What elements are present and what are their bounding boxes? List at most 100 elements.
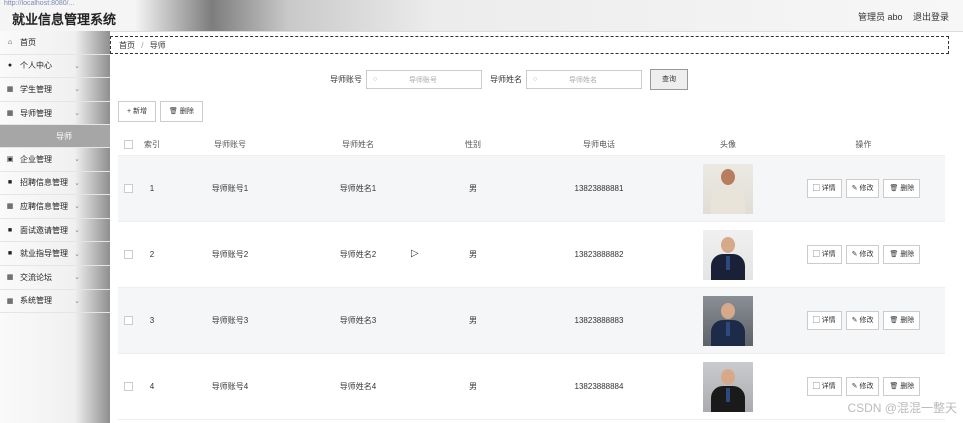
delete-label: 删除 <box>900 383 915 390</box>
chevron-down-icon: ⌄ <box>74 274 80 282</box>
search-button[interactable]: 查询 <box>650 69 688 90</box>
breadcrumb-current: 导师 <box>149 41 166 50</box>
cell-actions: ▢ 详情 ✎ 修改 🗑 删除 <box>782 311 945 330</box>
breadcrumb-home[interactable]: 首页 <box>119 41 135 50</box>
search-bar: 导师账号 ○ 导师账号 导师姓名 ○ 导师姓名 查询 <box>330 69 688 90</box>
chevron-down-icon: ⌄ <box>74 62 80 70</box>
name-search-label: 导师姓名 <box>490 75 522 84</box>
sidebar-item-5[interactable]: ▣ 企业管理 ⌄ <box>0 148 110 172</box>
row-checkbox[interactable] <box>123 316 133 325</box>
col-actions: 操作 <box>855 139 872 149</box>
sidebar-item-0[interactable]: ⌂ 首页 <box>0 31 110 55</box>
col-gender: 性别 <box>465 139 481 149</box>
detail-icon: ▢ <box>812 383 822 390</box>
cell-phone: 13823888882 <box>574 250 624 259</box>
sidebar-item-4[interactable]: 导师 <box>0 125 110 148</box>
delete-button[interactable]: 🗑 删除 <box>883 311 921 330</box>
browser-caption: http://localhost:8080/... <box>4 0 75 7</box>
detail-button[interactable]: ▢ 详情 <box>806 245 842 264</box>
batch-delete-button[interactable]: 🗑 删除 <box>160 101 203 122</box>
cell-avatar <box>674 361 782 412</box>
table-row: 2 导师账号2 导师姓名2 男 13823888882 ▢ 详情 ✎ 修改 🗑 删除 <box>118 222 945 288</box>
grid-icon: ▦ <box>6 203 14 211</box>
row-checkbox-cell[interactable] <box>118 316 138 325</box>
trash-icon: 🗑 <box>169 108 180 115</box>
sidebar-item-label: 企业管理 <box>20 154 52 164</box>
edit-button[interactable]: ✎ 修改 <box>845 245 880 264</box>
cell-phone: 13823888883 <box>574 316 624 325</box>
table-header: 索引 导师账号 导师姓名 性别 导师电话 头像 操作 <box>118 133 945 156</box>
select-all-checkbox-cell[interactable] <box>118 139 138 149</box>
grid-icon: ▦ <box>6 274 14 282</box>
row-checkbox[interactable] <box>123 250 133 259</box>
sidebar-item-1[interactable]: ● 个人中心 ⌄ <box>0 55 110 79</box>
cell-gender: 男 <box>469 250 477 259</box>
delete-button[interactable]: 🗑 删除 <box>883 377 921 396</box>
detail-button[interactable]: ▢ 详情 <box>806 179 842 198</box>
delete-button[interactable]: 🗑 删除 <box>883 179 921 198</box>
avatar <box>703 295 753 346</box>
table-row: 3 导师账号3 导师姓名3 男 13823888883 ▢ 详情 ✎ 修改 🗑 删除 <box>118 288 945 354</box>
row-checkbox-cell[interactable] <box>118 250 138 259</box>
chevron-down-icon: ⌄ <box>74 250 80 258</box>
avatar <box>703 229 753 280</box>
sidebar-item-label: 导师 <box>56 131 72 141</box>
user-label: 管理员 abo <box>857 12 903 22</box>
watermark: CSDN @混混一整天 <box>847 401 957 415</box>
chevron-down-icon: ⌄ <box>74 227 80 235</box>
edit-button[interactable]: ✎ 修改 <box>845 377 880 396</box>
chevron-down-icon: ⌄ <box>74 179 80 187</box>
cell-phone: 13823888884 <box>574 382 624 391</box>
sidebar-item-6[interactable]: ■ 招聘信息管理 ⌄ <box>0 172 110 196</box>
cell-phone: 13823888881 <box>574 184 624 193</box>
sidebar-item-10[interactable]: ▦ 交流论坛 ⌄ <box>0 266 110 290</box>
row-checkbox[interactable] <box>123 184 133 193</box>
detail-label: 详情 <box>821 383 836 390</box>
mouse-cursor-icon: ▷ <box>411 248 419 259</box>
grid-icon: ▦ <box>6 110 14 118</box>
sidebar-item-9[interactable]: ■ 就业指导管理 ⌄ <box>0 242 110 266</box>
name-search-input[interactable]: ○ 导师姓名 <box>526 70 642 89</box>
search-icon: ○ <box>373 76 378 83</box>
avatar <box>703 361 753 412</box>
detail-button[interactable]: ▢ 详情 <box>806 377 842 396</box>
edit-label: 修改 <box>859 317 874 324</box>
sidebar-item-label: 首页 <box>20 37 36 47</box>
table-row: 1 导师账号1 导师姓名1 男 13823888881 ▢ 详情 ✎ 修改 🗑 删除 <box>118 156 945 222</box>
sidebar-item-label: 应聘信息管理 <box>20 201 68 211</box>
row-checkbox[interactable] <box>123 382 133 391</box>
row-checkbox-cell[interactable] <box>118 382 138 391</box>
cell-index: 3 <box>149 316 155 325</box>
main-content: 首页 / 导师 导师账号 ○ 导师账号 导师姓名 ○ 导师姓名 查询 + 新增 … <box>110 31 963 423</box>
sidebar-item-label: 个人中心 <box>20 61 52 71</box>
cell-avatar <box>674 163 782 214</box>
logout-link[interactable]: 退出登录 <box>913 12 949 22</box>
sidebar-item-8[interactable]: ■ 面试邀请管理 ⌄ <box>0 219 110 243</box>
cell-actions: ▢ 详情 ✎ 修改 🗑 删除 <box>782 179 945 198</box>
account-search-label: 导师账号 <box>330 75 362 84</box>
sidebar-item-label: 就业指导管理 <box>20 249 68 259</box>
add-button[interactable]: + 新增 <box>118 101 157 122</box>
delete-button[interactable]: 🗑 删除 <box>883 245 921 264</box>
sidebar-item-label: 交流论坛 <box>20 272 52 282</box>
account-search-input[interactable]: ○ 导师账号 <box>366 70 482 89</box>
cell-actions: ▢ 详情 ✎ 修改 🗑 删除 <box>782 377 945 396</box>
sidebar-item-label: 系统管理 <box>20 296 52 306</box>
chevron-down-icon: ⌄ <box>74 297 80 305</box>
row-checkbox-cell[interactable] <box>118 184 138 193</box>
edit-button[interactable]: ✎ 修改 <box>845 311 880 330</box>
detail-button[interactable]: ▢ 详情 <box>806 311 842 330</box>
sidebar-item-7[interactable]: ▦ 应聘信息管理 ⌄ <box>0 195 110 219</box>
cell-gender: 男 <box>469 184 477 193</box>
edit-button[interactable]: ✎ 修改 <box>845 179 880 198</box>
doc-icon: ■ <box>7 226 13 234</box>
select-all-checkbox[interactable] <box>123 139 133 149</box>
cell-index: 4 <box>149 382 155 391</box>
trash-icon: 🗑 <box>889 383 901 390</box>
delete-label: 删除 <box>900 317 915 324</box>
sidebar-item-2[interactable]: ▦ 学生管理 ⌄ <box>0 78 110 102</box>
detail-label: 详情 <box>821 185 836 192</box>
sidebar-item-11[interactable]: ▦ 系统管理 ⌄ <box>0 290 110 314</box>
cell-account: 导师账号4 <box>211 382 249 391</box>
sidebar-item-3[interactable]: ▦ 导师管理 ⌄ <box>0 102 110 126</box>
